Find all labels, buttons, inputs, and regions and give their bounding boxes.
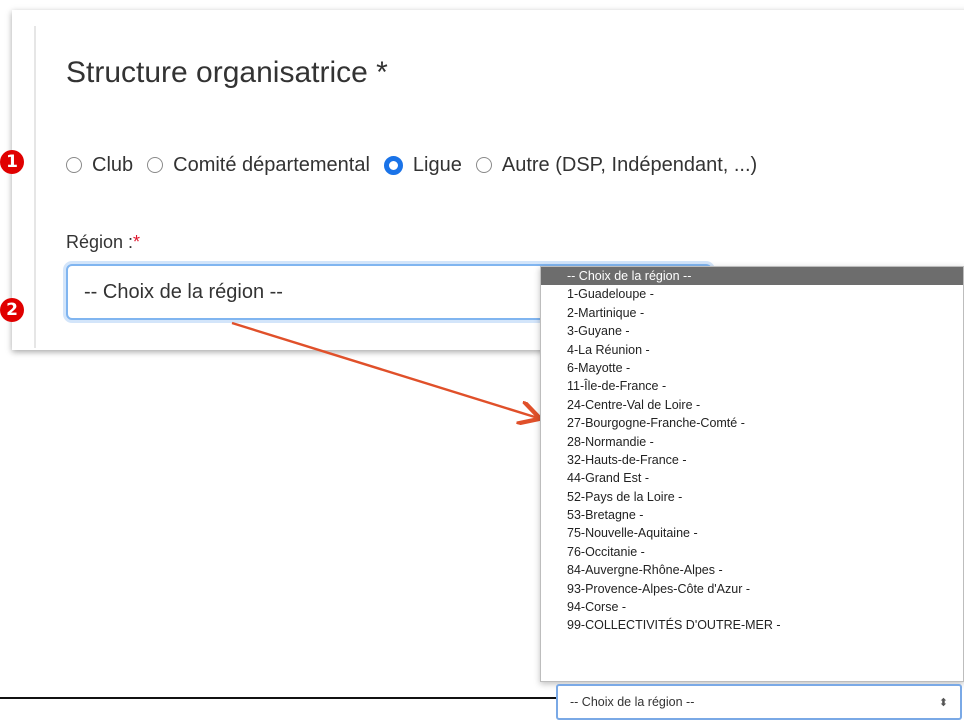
dropdown-option[interactable]: 84-Auvergne-Rhône-Alpes - bbox=[541, 561, 963, 579]
region-mini-select[interactable]: -- Choix de la région -- ⬍ bbox=[556, 684, 962, 720]
dropdown-option[interactable]: 94-Corse - bbox=[541, 598, 963, 616]
dropdown-option[interactable]: 11-Île-de-France - bbox=[541, 377, 963, 395]
dropdown-option[interactable]: 1-Guadeloupe - bbox=[541, 285, 963, 303]
arrow-line bbox=[231, 321, 538, 418]
divider-line bbox=[0, 697, 560, 699]
dropdown-option[interactable]: 99-COLLECTIVITÉS D'OUTRE-MER - bbox=[541, 616, 963, 634]
dropdown-option[interactable]: 4-La Réunion - bbox=[541, 341, 963, 359]
dropdown-option[interactable]: 3-Guyane - bbox=[541, 322, 963, 340]
dropdown-option[interactable]: 28-Normandie - bbox=[541, 433, 963, 451]
dropdown-option[interactable]: 27-Bourgogne-Franche-Comté - bbox=[541, 414, 963, 432]
dropdown-option[interactable]: 52-Pays de la Loire - bbox=[541, 488, 963, 506]
dropdown-option[interactable]: 75-Nouvelle-Aquitaine - bbox=[541, 524, 963, 542]
region-dropdown-list[interactable]: -- Choix de la région -- 1-Guadeloupe -2-… bbox=[540, 266, 964, 682]
mini-select-value: -- Choix de la région -- bbox=[570, 695, 695, 709]
dropdown-option[interactable]: 6-Mayotte - bbox=[541, 359, 963, 377]
dropdown-option[interactable]: 76-Occitanie - bbox=[541, 543, 963, 561]
dropdown-option[interactable]: 24-Centre-Val de Loire - bbox=[541, 396, 963, 414]
updown-caret-icon: ⬍ bbox=[938, 696, 948, 709]
dropdown-option[interactable]: 53-Bretagne - bbox=[541, 506, 963, 524]
dropdown-option[interactable]: -- Choix de la région -- bbox=[541, 267, 963, 286]
dropdown-option[interactable]: 93-Provence-Alpes-Côte d'Azur - bbox=[541, 580, 963, 598]
dropdown-option[interactable]: 32-Hauts-de-France - bbox=[541, 451, 963, 469]
dropdown-option[interactable]: 44-Grand Est - bbox=[541, 469, 963, 487]
dropdown-option[interactable]: 2-Martinique - bbox=[541, 304, 963, 322]
